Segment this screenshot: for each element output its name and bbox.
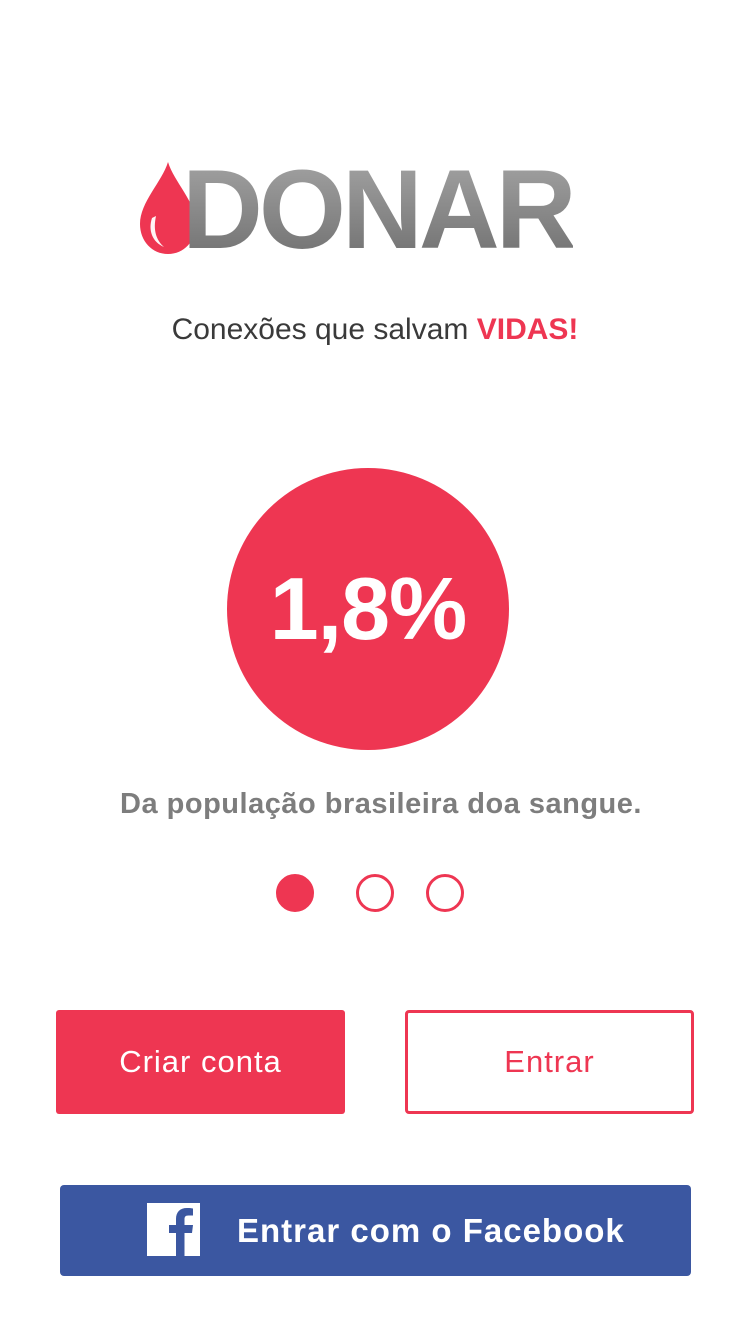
tagline-accent: VIDAS!: [476, 313, 579, 346]
create-account-label: Criar conta: [119, 1044, 282, 1079]
page-indicator-1[interactable]: [276, 874, 314, 912]
stat-caption: Da população brasileira doa sangue.: [120, 788, 642, 820]
facebook-login-button[interactable]: Entrar com o Facebook: [60, 1185, 691, 1276]
page-indicator-3[interactable]: [426, 874, 464, 912]
tagline: Conexões que salvam VIDAS!: [0, 310, 750, 350]
stat-value: 1,8%: [269, 559, 468, 658]
login-label: Entrar: [504, 1044, 595, 1079]
facebook-login-label: Entrar com o Facebook: [237, 1212, 625, 1249]
create-account-button[interactable]: Criar conta: [56, 1010, 345, 1114]
app-logo: DONAR: [138, 154, 618, 266]
page-indicator-2[interactable]: [356, 874, 394, 912]
tagline-prefix: Conexões que salvam: [171, 313, 477, 346]
facebook-icon: [147, 1203, 200, 1256]
logo-wordmark: DONAR: [182, 147, 577, 272]
login-button[interactable]: Entrar: [405, 1010, 694, 1114]
stat-circle: 1,8%: [227, 468, 509, 750]
